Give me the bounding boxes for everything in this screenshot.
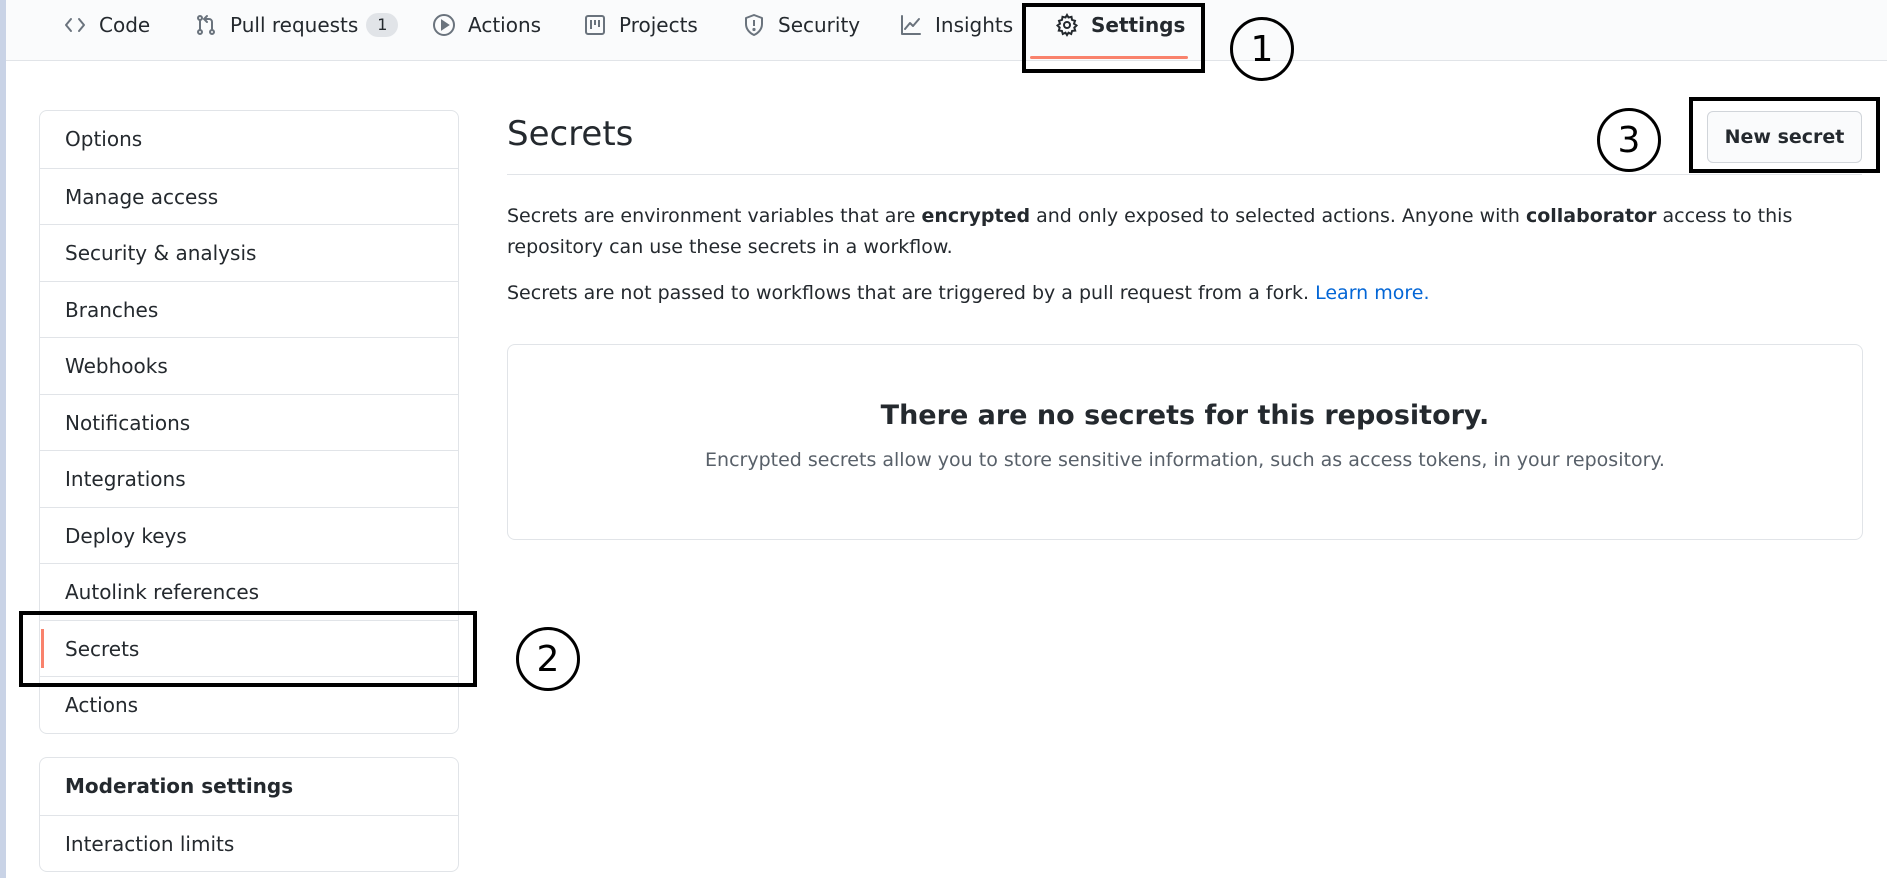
title-divider <box>507 174 1862 175</box>
tab-label: Insights <box>935 13 1014 37</box>
selected-tab-underline <box>1030 56 1188 59</box>
code-icon <box>63 13 87 37</box>
sidebar-item-options[interactable]: Options <box>40 111 458 168</box>
graph-icon <box>899 13 923 37</box>
tab-code[interactable]: Code <box>63 0 150 50</box>
new-secret-button[interactable]: New secret <box>1707 111 1862 163</box>
sidebar-item-label: Notifications <box>65 410 191 435</box>
sidebar-item-autolink-references[interactable]: Autolink references <box>40 563 458 620</box>
secrets-description: Secrets are environment variables that a… <box>507 201 1867 263</box>
project-icon <box>583 13 607 37</box>
annotation-number: 1 <box>1250 28 1274 70</box>
pull-request-count-badge: 1 <box>366 13 399 37</box>
sidebar-item-label: Actions <box>65 693 139 717</box>
tab-projects[interactable]: Projects <box>583 0 698 50</box>
fork-notice-text: Secrets are not passed to workflows that… <box>507 282 1316 304</box>
empty-state-box: There are no secrets for this repository… <box>507 344 1863 540</box>
sidebar-item-label: Options <box>65 127 143 151</box>
page: Code Pull requests 1 Actions Projects Se… <box>0 0 1887 878</box>
sidebar-item-label: Security & analysis <box>65 241 257 265</box>
tab-label: Actions <box>468 13 542 37</box>
tab-security[interactable]: Security <box>742 0 860 50</box>
page-title: Secrets <box>507 114 634 154</box>
annotation-number: 3 <box>1617 119 1641 161</box>
tab-label: Security <box>778 13 861 37</box>
sidebar-item-label: Webhooks <box>65 354 168 378</box>
tab-label: Settings <box>1091 13 1186 37</box>
pull-request-icon <box>194 13 218 37</box>
sidebar-item-label: Deploy keys <box>65 523 187 548</box>
tab-insights[interactable]: Insights <box>899 0 1013 50</box>
sidebar-item-label: Integrations <box>65 467 186 491</box>
fork-notice: Secrets are not passed to workflows that… <box>507 278 1867 309</box>
tab-label: Projects <box>619 13 698 37</box>
annotation-marker-3: 3 <box>1597 108 1661 172</box>
gear-icon <box>1055 13 1079 37</box>
description-emphasis-collaborator: collaborator <box>1525 205 1657 227</box>
moderation-sidebar-menu: Moderation settings Interaction limits <box>39 757 459 872</box>
sidebar-item-security-analysis[interactable]: Security & analysis <box>40 224 458 281</box>
sidebar-heading-label: Moderation settings <box>65 774 294 798</box>
description-emphasis-encrypted: encrypted <box>921 205 1031 227</box>
tab-actions[interactable]: Actions <box>432 0 541 50</box>
sidebar-item-integrations[interactable]: Integrations <box>40 450 458 507</box>
annotation-number: 2 <box>536 638 560 680</box>
sidebar-item-label: Manage access <box>65 184 219 209</box>
sidebar-item-label: Interaction limits <box>65 831 235 856</box>
tab-settings[interactable]: Settings <box>1055 0 1185 50</box>
sidebar-item-secrets[interactable]: Secrets <box>40 619 458 677</box>
annotation-marker-1: 1 <box>1230 17 1294 81</box>
tab-label: Pull requests <box>230 13 359 37</box>
sidebar-item-actions[interactable]: Actions <box>40 676 458 733</box>
empty-state-description: Encrypted secrets allow you to store sen… <box>705 449 1665 471</box>
sidebar-item-manage-access[interactable]: Manage access <box>40 167 458 225</box>
window-edge <box>0 0 6 878</box>
sidebar-item-label: Secrets <box>65 636 140 661</box>
sidebar-item-branches[interactable]: Branches <box>40 280 458 338</box>
tab-label: Code <box>99 13 151 37</box>
sidebar-heading-moderation: Moderation settings <box>40 758 458 815</box>
tab-pull-requests[interactable]: Pull requests 1 <box>194 0 399 50</box>
sidebar-item-label: Autolink references <box>65 580 260 604</box>
settings-sidebar-menu: Options Manage access Security & analysi… <box>39 110 459 734</box>
sidebar-item-deploy-keys[interactable]: Deploy keys <box>40 506 458 564</box>
description-text: and only exposed to selected actions. An… <box>1030 205 1526 227</box>
description-text: Secrets are environment variables that a… <box>507 205 922 227</box>
sidebar-item-label: Branches <box>65 297 159 322</box>
shield-icon <box>742 13 766 37</box>
repo-tab-bar: Code Pull requests 1 Actions Projects Se… <box>6 0 1887 61</box>
learn-more-link[interactable]: Learn more. <box>1315 282 1429 304</box>
sidebar-item-interaction-limits[interactable]: Interaction limits <box>40 814 458 872</box>
play-icon <box>432 13 456 37</box>
sidebar-item-notifications[interactable]: Notifications <box>40 393 458 451</box>
sidebar-item-webhooks[interactable]: Webhooks <box>40 337 458 394</box>
empty-state-title: There are no secrets for this repository… <box>880 400 1490 431</box>
annotation-marker-2: 2 <box>516 627 580 691</box>
